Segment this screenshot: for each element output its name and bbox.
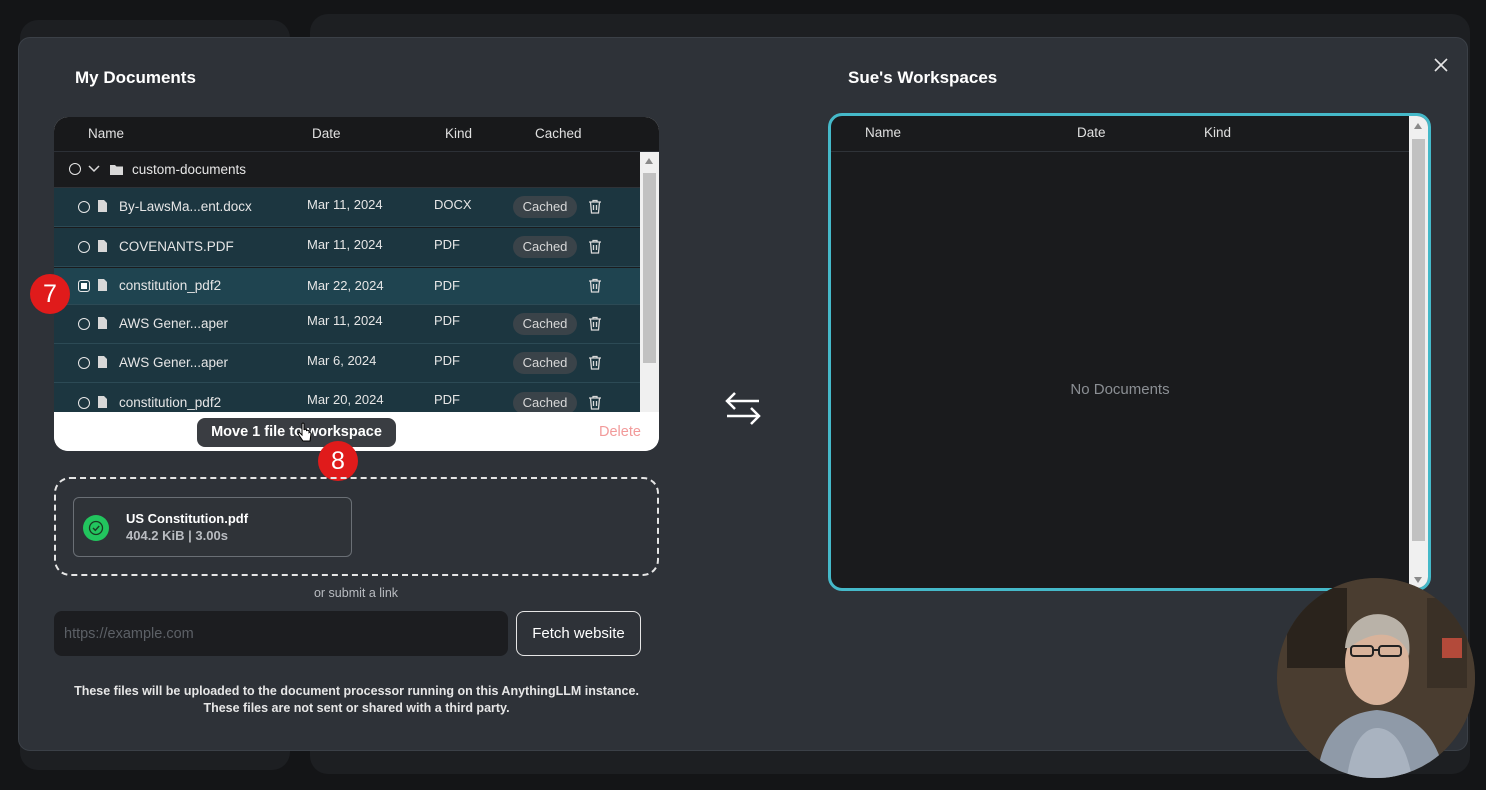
step-badge: 7 bbox=[30, 274, 70, 314]
file-icon bbox=[98, 279, 107, 291]
column-header-name[interactable]: Name bbox=[865, 125, 901, 140]
swap-arrows-icon[interactable] bbox=[724, 389, 762, 427]
file-kind: DOCX bbox=[434, 197, 472, 212]
file-date: Mar 11, 2024 bbox=[307, 237, 383, 252]
column-header-kind[interactable]: Kind bbox=[1204, 125, 1231, 140]
row-checkbox[interactable] bbox=[78, 318, 90, 330]
cached-badge: Cached bbox=[513, 196, 577, 218]
file-name: AWS Gener...aper bbox=[119, 316, 229, 331]
file-name: AWS Gener...aper bbox=[119, 355, 229, 370]
delete-button[interactable]: Delete bbox=[599, 424, 641, 440]
step-badge: 8 bbox=[318, 441, 358, 481]
column-header-date[interactable]: Date bbox=[1077, 125, 1106, 140]
trash-icon[interactable] bbox=[588, 316, 602, 331]
file-kind: PDF bbox=[434, 278, 460, 293]
file-icon bbox=[98, 200, 107, 212]
column-header-name[interactable]: Name bbox=[88, 126, 124, 141]
file-icon bbox=[98, 240, 107, 252]
table-row[interactable]: AWS Gener...aper Mar 6, 2024 PDF Cached bbox=[54, 344, 640, 383]
row-checkbox[interactable] bbox=[78, 201, 90, 213]
workspace-scrollbar-thumb[interactable] bbox=[1412, 139, 1425, 541]
file-name: COVENANTS.PDF bbox=[119, 239, 234, 254]
file-date: Mar 6, 2024 bbox=[307, 353, 377, 368]
table-header: Name Date Kind Cached bbox=[54, 117, 659, 152]
file-kind: PDF bbox=[434, 237, 460, 252]
workspace-table-header: Name Date Kind bbox=[831, 116, 1428, 152]
uploaded-file-meta: 404.2 KiB | 3.00s bbox=[126, 528, 228, 543]
file-name: constitution_pdf2 bbox=[119, 278, 222, 293]
file-name: constitution_pdf2 bbox=[119, 395, 222, 410]
table-body: custom-documents By-LawsMa...ent.docx Ma… bbox=[54, 152, 659, 412]
column-header-date[interactable]: Date bbox=[312, 126, 341, 141]
column-header-kind[interactable]: Kind bbox=[445, 126, 472, 141]
table-row[interactable]: By-LawsMa...ent.docx Mar 11, 2024 DOCX C… bbox=[54, 188, 640, 227]
file-name: By-LawsMa...ent.docx bbox=[119, 199, 252, 214]
table-row[interactable]: constitution_pdf2 Mar 20, 2024 PDF Cache… bbox=[54, 383, 640, 412]
trash-icon[interactable] bbox=[588, 199, 602, 214]
pointer-cursor-icon bbox=[297, 422, 312, 442]
row-checkbox[interactable] bbox=[78, 397, 90, 409]
close-icon[interactable] bbox=[1430, 54, 1452, 76]
file-icon bbox=[98, 396, 107, 408]
file-date: Mar 22, 2024 bbox=[307, 278, 384, 293]
scroll-up-arrow-icon[interactable] bbox=[1413, 122, 1423, 130]
table-scrollbar-thumb[interactable] bbox=[643, 173, 656, 363]
trash-icon[interactable] bbox=[588, 239, 602, 254]
disclaimer-line: These files will be uploaded to the docu… bbox=[74, 684, 639, 698]
folder-icon bbox=[110, 165, 123, 175]
uploaded-file-card: US Constitution.pdf 404.2 KiB | 3.00s bbox=[73, 497, 352, 557]
empty-state-text: No Documents bbox=[1070, 381, 1170, 398]
cached-badge: Cached bbox=[513, 392, 577, 412]
cached-badge: Cached bbox=[513, 313, 577, 335]
row-checkbox[interactable] bbox=[78, 357, 90, 369]
trash-icon[interactable] bbox=[588, 395, 602, 410]
chevron-down-icon[interactable] bbox=[88, 164, 100, 174]
submit-link-label: or submit a link bbox=[313, 586, 399, 600]
folder-checkbox[interactable] bbox=[69, 163, 81, 175]
row-checkbox-checked[interactable] bbox=[78, 280, 90, 292]
row-checkbox[interactable] bbox=[78, 241, 90, 253]
uploaded-file-name: US Constitution.pdf bbox=[126, 511, 249, 526]
scroll-down-arrow-icon[interactable] bbox=[1413, 576, 1423, 584]
url-input[interactable] bbox=[54, 611, 508, 656]
file-date: Mar 11, 2024 bbox=[307, 313, 383, 328]
fetch-website-button[interactable]: Fetch website bbox=[516, 611, 641, 656]
file-date: Mar 11, 2024 bbox=[307, 197, 383, 212]
file-date: Mar 20, 2024 bbox=[307, 392, 384, 407]
workspace-title: Sue's Workspaces bbox=[848, 68, 998, 87]
webcam-overlay bbox=[1277, 578, 1475, 778]
my-documents-table: Name Date Kind Cached custom-documents B… bbox=[54, 117, 659, 451]
file-kind: PDF bbox=[434, 353, 460, 368]
file-kind: PDF bbox=[434, 313, 460, 328]
disclaimer-line: These files are not sent or shared with … bbox=[203, 701, 510, 715]
cached-badge: Cached bbox=[513, 236, 577, 258]
table-row[interactable]: COVENANTS.PDF Mar 11, 2024 PDF Cached bbox=[54, 228, 640, 267]
upload-disclaimer: These files will be uploaded to the docu… bbox=[54, 683, 659, 717]
file-icon bbox=[98, 317, 107, 329]
my-documents-title: My Documents bbox=[75, 68, 196, 87]
cached-badge: Cached bbox=[513, 352, 577, 374]
folder-name: custom-documents bbox=[132, 162, 247, 177]
presenter-video-image bbox=[1277, 578, 1475, 778]
scroll-up-arrow-icon[interactable] bbox=[644, 157, 654, 165]
workspace-documents-table: Name Date Kind No Documents bbox=[828, 113, 1431, 591]
trash-icon[interactable] bbox=[588, 278, 602, 293]
column-header-cached[interactable]: Cached bbox=[535, 126, 582, 141]
check-circle-icon bbox=[83, 515, 109, 541]
file-icon bbox=[98, 356, 107, 368]
table-row[interactable]: AWS Gener...aper Mar 11, 2024 PDF Cached bbox=[54, 305, 640, 344]
file-kind: PDF bbox=[434, 392, 460, 407]
table-row-selected[interactable]: constitution_pdf2 Mar 22, 2024 PDF bbox=[54, 268, 640, 305]
trash-icon[interactable] bbox=[588, 355, 602, 370]
folder-row[interactable]: custom-documents bbox=[54, 152, 640, 188]
